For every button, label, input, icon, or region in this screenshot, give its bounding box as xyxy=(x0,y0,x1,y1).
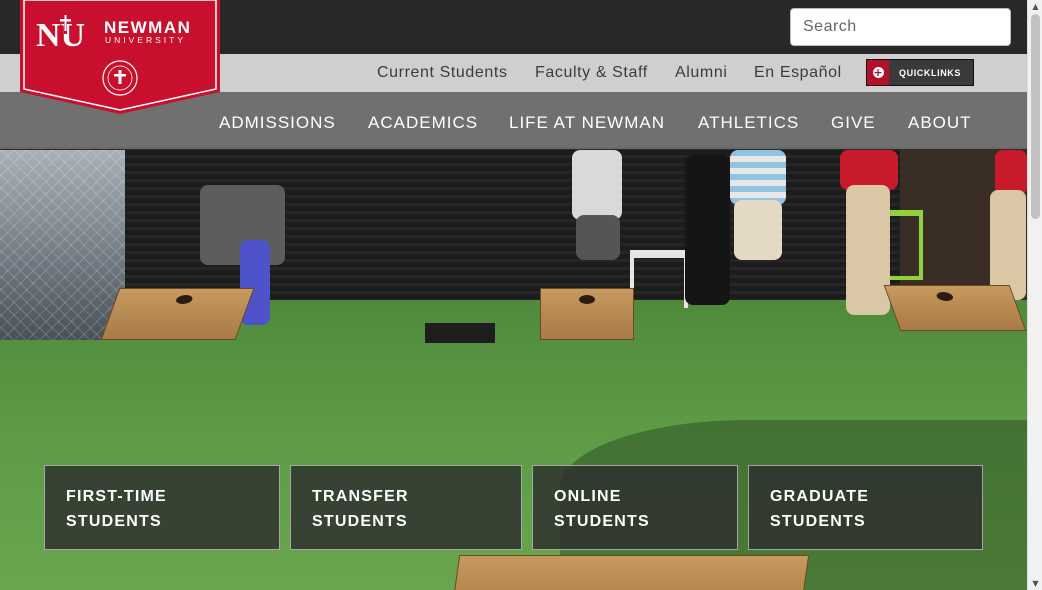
person-shape xyxy=(995,150,1027,195)
person-shape xyxy=(846,185,890,315)
page-scrollbar[interactable]: ▲ ▼ xyxy=(1027,0,1042,590)
utility-link-faculty-staff[interactable]: Faculty & Staff xyxy=(535,64,648,82)
scroll-down-icon[interactable]: ▼ xyxy=(1028,577,1042,590)
crate-shape xyxy=(425,323,495,343)
card-title-line1: GRADUATE xyxy=(770,488,870,505)
card-title-line2: STUDENTS xyxy=(770,513,866,530)
card-title-line2: STUDENTS xyxy=(66,513,162,530)
table-shape xyxy=(630,250,688,308)
card-title-line1: FIRST-TIME xyxy=(66,488,167,505)
nav-athletics[interactable]: ATHLETICS xyxy=(698,113,799,133)
nav-about[interactable]: ABOUT xyxy=(908,113,972,133)
card-title-line2: STUDENTS xyxy=(554,513,650,530)
card-graduate-students[interactable]: GRADUATE STUDENTS xyxy=(748,465,983,550)
quicklinks-button[interactable]: + QUICKLINKS xyxy=(866,59,974,86)
chair-shape xyxy=(885,210,923,280)
person-shape xyxy=(840,150,898,190)
card-first-time-students[interactable]: FIRST-TIME STUDENTS xyxy=(44,465,280,550)
card-transfer-students[interactable]: TRANSFER STUDENTS xyxy=(290,465,522,550)
person-shape xyxy=(730,150,786,205)
cornhole-board xyxy=(883,285,1027,331)
person-shape xyxy=(685,155,730,305)
logo-subtitle: UNIVERSITY xyxy=(105,35,187,45)
utility-link-current-students[interactable]: Current Students xyxy=(377,64,508,82)
plus-circle-icon: + xyxy=(867,60,889,85)
person-shape xyxy=(734,200,782,260)
cornhole-board xyxy=(450,555,810,590)
newman-logo[interactable]: NU NEWMAN UNIVERSITY xyxy=(20,0,220,114)
cornhole-board xyxy=(100,288,255,340)
person-shape xyxy=(576,215,620,260)
card-online-students[interactable]: ONLINE STUDENTS xyxy=(532,465,738,550)
quicklinks-label: QUICKLINKS xyxy=(899,67,961,78)
utility-link-alumni[interactable]: Alumni xyxy=(675,64,728,82)
person-shape xyxy=(572,150,622,220)
nav-academics[interactable]: ACADEMICS xyxy=(368,113,478,133)
cornhole-board xyxy=(540,288,634,340)
card-title-line1: ONLINE xyxy=(554,488,622,505)
card-title-line2: STUDENTS xyxy=(312,513,408,530)
nav-life-at-newman[interactable]: LIFE AT NEWMAN xyxy=(509,113,665,133)
nav-admissions[interactable]: ADMISSIONS xyxy=(219,113,336,133)
utility-link-en-espanol[interactable]: En Español xyxy=(754,64,842,82)
scrollbar-thumb[interactable] xyxy=(1031,14,1040,219)
scroll-up-icon[interactable]: ▲ xyxy=(1028,0,1042,13)
card-title-line1: TRANSFER xyxy=(312,488,409,505)
person-shape xyxy=(990,190,1026,300)
search-input[interactable] xyxy=(790,8,1011,46)
logo-monogram: NU xyxy=(36,17,85,54)
nav-give[interactable]: GIVE xyxy=(831,113,876,133)
